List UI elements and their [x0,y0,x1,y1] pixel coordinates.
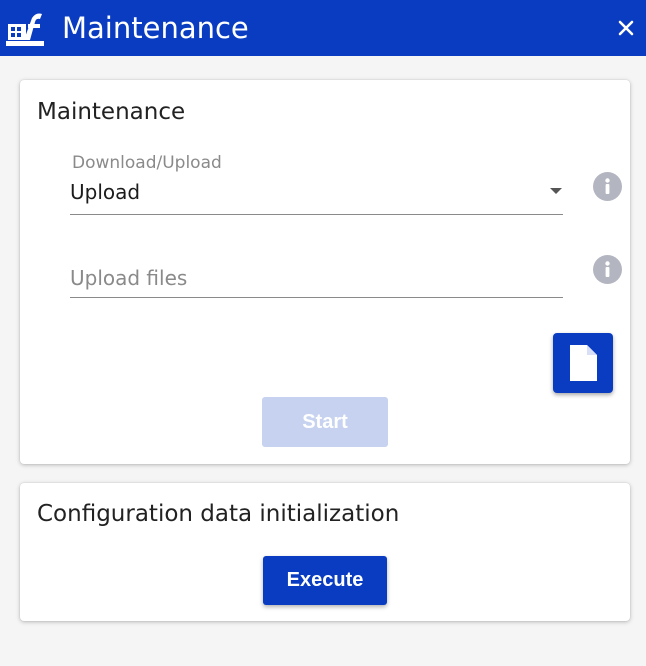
info-icon[interactable] [593,255,622,284]
configuration-card-title: Configuration data initialization [37,501,400,527]
window-title: Maintenance [62,11,249,45]
download-upload-label: Download/Upload [72,153,222,173]
file-icon [570,345,597,381]
close-icon[interactable] [614,16,638,40]
execute-button[interactable]: Execute [263,556,387,605]
app-logo-icon [6,10,46,48]
upload-files-input[interactable] [70,260,563,296]
dropdown-arrow-icon[interactable] [550,188,562,194]
file-select-button[interactable] [553,333,613,393]
configuration-card: Configuration data initialization Execut… [20,483,630,621]
maintenance-card: Maintenance Download/Upload Upload Start [20,80,630,464]
select-underline [70,214,563,215]
title-bar: Maintenance [0,0,646,56]
start-button[interactable]: Start [262,397,388,447]
input-underline [70,297,563,298]
download-upload-select[interactable]: Upload [70,180,140,204]
maintenance-card-title: Maintenance [37,99,186,125]
info-icon[interactable] [593,172,622,201]
